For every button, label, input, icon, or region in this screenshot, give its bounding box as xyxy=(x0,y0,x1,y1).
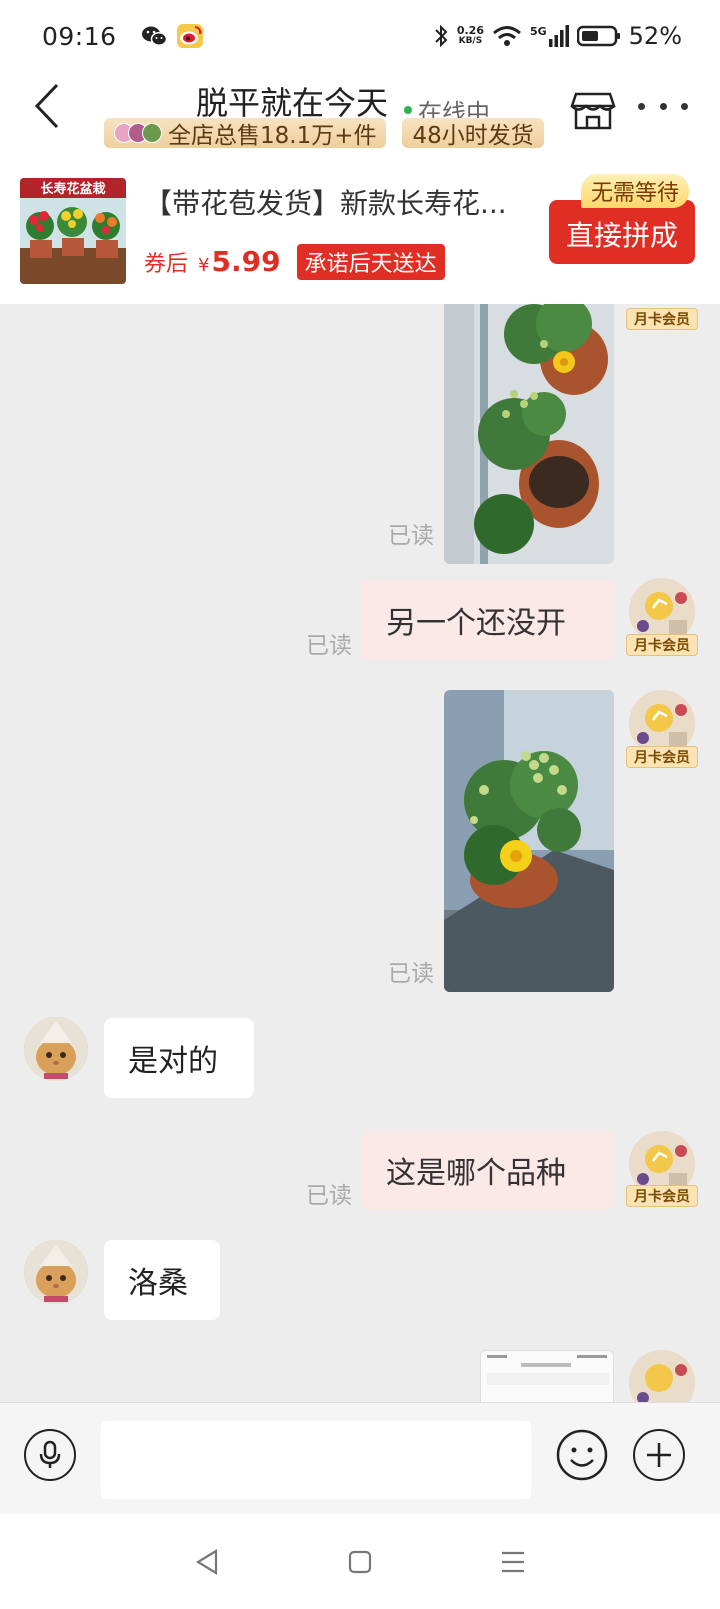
product-title[interactable]: 【带花苞发货】新款长寿花... xyxy=(144,182,524,222)
system-nav-bar xyxy=(0,1514,720,1609)
dot-icon xyxy=(659,102,667,110)
buy-now-button[interactable]: 直接拼成 xyxy=(549,200,695,264)
store-button[interactable] xyxy=(570,86,616,132)
more-actions-button[interactable] xyxy=(633,1429,685,1481)
online-dot-icon xyxy=(404,106,413,114)
voice-button[interactable] xyxy=(24,1429,76,1481)
status-bar: 09:16 0.26 KB/S 5G 52% xyxy=(0,0,720,72)
cat-avatar-image xyxy=(24,1017,88,1081)
shop-tags: 全店总售18.1万+件 48小时发货 xyxy=(104,118,544,149)
member-badge: 月卡会员 xyxy=(626,1185,698,1207)
no-wait-badge: 无需等待 xyxy=(581,174,690,208)
message-bubble[interactable]: 洛桑 xyxy=(104,1240,220,1320)
dot-icon xyxy=(681,102,688,110)
price-row: 券后 ¥5.99 承诺后天送达 xyxy=(144,244,445,280)
plant-photo xyxy=(444,304,614,564)
emoji-button[interactable] xyxy=(556,1429,608,1481)
chevron-left-icon xyxy=(34,83,59,129)
member-badge: 月卡会员 xyxy=(626,308,698,330)
delivery-promise-badge: 承诺后天送达 xyxy=(296,244,445,280)
my-avatar[interactable] xyxy=(629,1350,695,1402)
read-receipt: 已读 xyxy=(306,633,352,659)
microphone-icon xyxy=(39,1440,61,1468)
status-time: 09:16 xyxy=(42,21,117,51)
shipping-tag: 48小时发货 xyxy=(402,118,544,149)
message-photo[interactable] xyxy=(444,304,614,564)
input-bar xyxy=(0,1402,720,1514)
cellular-signal: 5G xyxy=(530,25,569,47)
more-button[interactable] xyxy=(638,96,688,116)
read-receipt: 已读 xyxy=(388,523,434,549)
nav-home-icon[interactable] xyxy=(348,1550,372,1574)
wechat-icon xyxy=(141,26,167,46)
wifi-icon xyxy=(493,26,521,46)
thumbnail-caption: 长寿花盆栽 xyxy=(40,181,105,197)
plant-photo xyxy=(444,690,614,992)
member-badge: 月卡会员 xyxy=(626,634,698,656)
message-bubble[interactable]: 是对的 xyxy=(104,1018,254,1098)
chat-header: 脱平就在今天 在线中 全店总售18.1万+件 48小时发货 xyxy=(0,72,720,160)
screenshot-thumbnail xyxy=(481,1351,613,1402)
read-receipt: 已读 xyxy=(306,1183,352,1209)
status-right: 0.26 KB/S 5G 52% xyxy=(433,22,682,50)
sales-tag: 全店总售18.1万+件 xyxy=(104,118,387,149)
network-speed: 0.26 KB/S xyxy=(456,24,484,46)
message-bubble[interactable]: 这是哪个品种 xyxy=(362,1130,614,1210)
seller-avatar[interactable] xyxy=(24,1240,88,1304)
dot-icon xyxy=(638,102,645,110)
smiley-icon xyxy=(556,1429,608,1481)
back-button[interactable] xyxy=(22,78,72,134)
store-icon xyxy=(570,92,616,130)
avatar-image xyxy=(629,1350,695,1402)
message-bubble[interactable]: 另一个还没开 xyxy=(362,580,614,660)
member-badge: 月卡会员 xyxy=(626,746,698,768)
buyer-avatars xyxy=(114,123,162,143)
chat-messages[interactable]: 月卡会员 已读 月卡会员 另一个还没开 已读 月卡会员 已读 是对的 月卡会员 … xyxy=(0,304,720,1402)
battery-icon xyxy=(576,25,620,47)
message-photo[interactable] xyxy=(480,1350,614,1402)
buyer-avatar xyxy=(142,123,162,143)
message-input[interactable] xyxy=(101,1421,531,1499)
read-receipt: 已读 xyxy=(388,961,434,987)
battery-percent: 52% xyxy=(628,22,682,50)
nav-menu-icon[interactable] xyxy=(500,1550,526,1574)
nav-back-icon[interactable] xyxy=(194,1548,220,1576)
product-card[interactable]: 长寿花盆栽 【带花苞发货】新款长寿花... 券后 ¥5.99 承诺后天送达 无需… xyxy=(0,160,720,304)
product-thumbnail[interactable]: 长寿花盆栽 xyxy=(20,178,126,284)
coupon-label: 券后 xyxy=(144,252,189,277)
bluetooth-icon xyxy=(435,24,448,48)
seller-avatar[interactable] xyxy=(24,1017,88,1081)
flower-pots-image: 长寿花盆栽 xyxy=(20,178,126,284)
product-price: ¥5.99 xyxy=(198,245,281,278)
weibo-icon xyxy=(176,24,203,48)
cat-avatar-image xyxy=(24,1240,88,1304)
signal-bars-icon xyxy=(548,25,569,47)
message-photo[interactable] xyxy=(444,690,614,992)
plus-icon xyxy=(647,1443,671,1467)
notification-icons xyxy=(141,24,203,48)
